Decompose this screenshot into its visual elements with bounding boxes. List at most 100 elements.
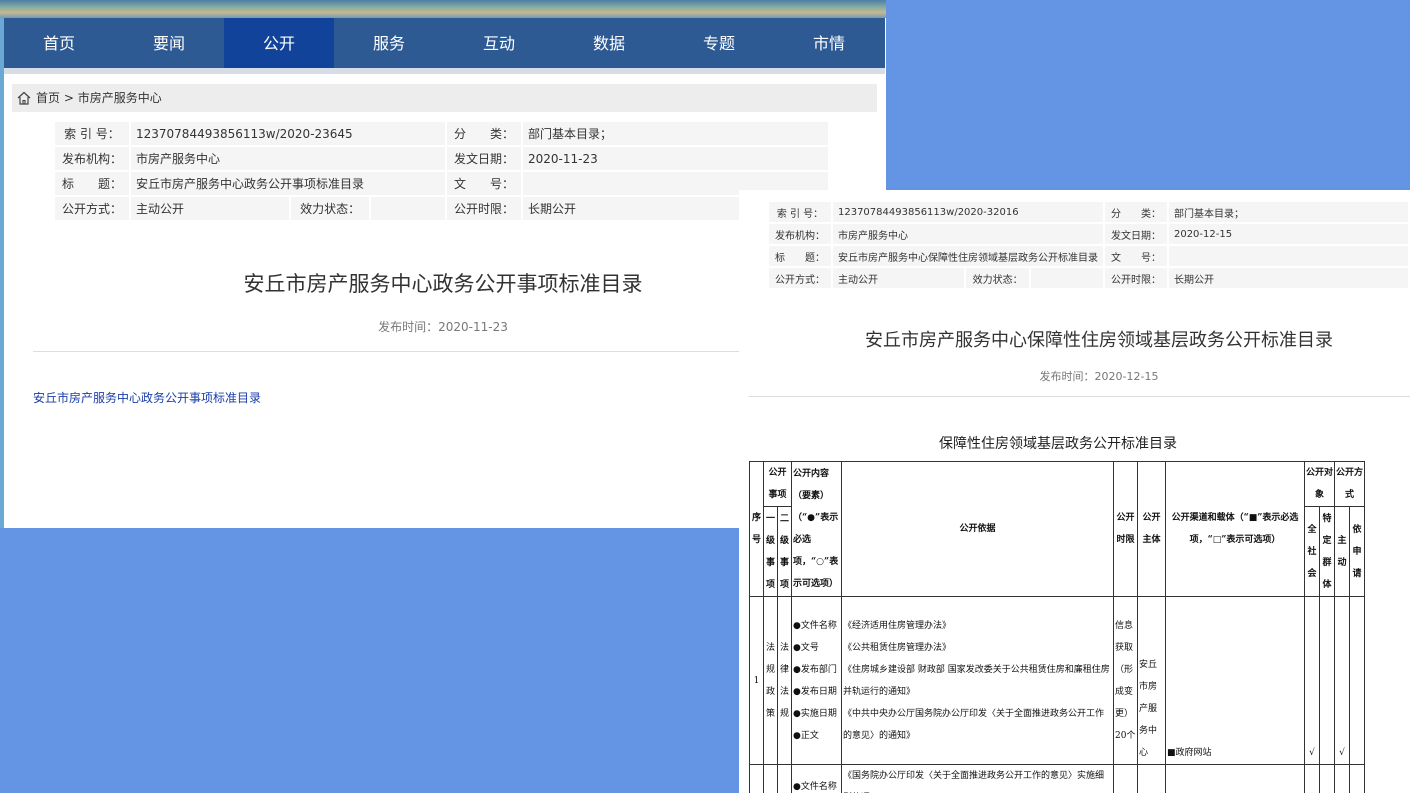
nav-item-service[interactable]: 服务 (334, 18, 444, 68)
nav-item-topics[interactable]: 专题 (664, 18, 774, 68)
nav-item-home[interactable]: 首页 (4, 18, 114, 68)
header-matters: 公开事项 (763, 461, 792, 507)
category-label: 分 类： (447, 122, 521, 145)
org-value-2: 市房产服务中心 (832, 224, 1103, 244)
content-item: ●正文 (793, 730, 819, 741)
table-row: ●文件名称 《国务院办公厅印发〈关于全面推进政务公开工作的意见〉实施细则的通 (749, 764, 1365, 793)
divider-2 (749, 396, 1410, 397)
divider (33, 351, 853, 352)
index-value-2: 12370784493856113w/2020-32016 (832, 202, 1103, 222)
row-channel: ■政府网站 (1165, 596, 1305, 765)
nav-divider (4, 68, 885, 74)
status-value (371, 197, 445, 220)
date-label-2: 发文日期： (1104, 224, 1167, 244)
row2-basis: 《国务院办公厅印发〈关于全面推进政务公开工作的意见〉实施细则的通 (841, 764, 1114, 793)
row2-content: ●文件名称 (791, 764, 842, 793)
header-specific-group: 特定群体 (1319, 506, 1335, 597)
header-subject: 公开主体 (1137, 461, 1166, 597)
table-row: 1 法规政策 法律法规 ●文件名称 ●文号 ●发布部门 ●发布日期 ●实施日期 … (749, 596, 1365, 765)
basis-item: 《中共中央办公厅国务院办公厅印发〈关于全面推进政务公开工作的意见〉的通知》 (843, 708, 1105, 741)
docno-label-2: 文 号： (1104, 246, 1167, 266)
attachment-link[interactable]: 安丘市房产服务中心政务公开事项标准目录 (33, 389, 261, 406)
nav-item-city-info[interactable]: 市情 (774, 18, 884, 68)
breadcrumb-separator: > (63, 91, 74, 105)
docno-label: 文 号： (447, 172, 521, 195)
category-value-2: 部门基本目录； (1168, 202, 1408, 222)
content-item: ●实施日期 (793, 708, 837, 719)
category-value: 部门基本目录； (523, 122, 828, 145)
row-content: ●文件名称 ●文号 ●发布部门 ●发布日期 ●实施日期 ●正文 (791, 596, 842, 765)
period-label: 公开时限： (447, 197, 521, 220)
document-meta-table: 索 引 号： 12370784493856113w/2020-23645 分 类… (53, 120, 830, 222)
index-label-2: 索 引 号： (769, 202, 831, 222)
header-level2: 二级事项 (777, 506, 792, 597)
nav-item-interaction[interactable]: 互动 (444, 18, 554, 68)
title-label: 标 题： (55, 172, 129, 195)
header-banner-image (0, 0, 886, 18)
page-window-2: 索 引 号： 12370784493856113w/2020-32016 分 类… (739, 190, 1410, 793)
basis-item: 《公共租赁住房管理办法》 (843, 642, 952, 653)
header-channel: 公开渠道和载体（“■”表示必选项，“□”表示可选项） (1165, 461, 1305, 597)
nav-item-open[interactable]: 公开 (224, 18, 334, 68)
header-method: 公开方式 (1334, 461, 1365, 507)
row-active: √ (1334, 596, 1350, 765)
period-label-2: 公开时限： (1104, 268, 1167, 288)
index-value: 12370784493856113w/2020-23645 (131, 122, 445, 145)
org-label: 发布机构： (55, 147, 129, 170)
row-all-society: √ (1304, 596, 1320, 765)
content-item: ●发布日期 (793, 686, 837, 697)
org-value: 市房产服务中心 (131, 147, 445, 170)
breadcrumb-current[interactable]: 市房产服务中心 (78, 91, 162, 105)
status-label-2: 效力状态： (965, 268, 1030, 288)
article-title-2: 安丘市房产服务中心保障性住房领域基层政务公开标准目录 (865, 330, 1333, 351)
date-label: 发文日期： (447, 147, 521, 170)
basis-item: 《住房城乡建设部 财政部 国家发改委关于公共租赁住房和廉租住房并轨运行的通知》 (843, 664, 1110, 697)
content-item: ●文号 (793, 642, 819, 653)
breadcrumb: 首页 > 市房产服务中心 (12, 84, 877, 112)
row-specific-group (1319, 596, 1335, 765)
standard-table-title: 保障性住房领域基层政务公开标准目录 (939, 436, 1177, 452)
row-seq: 1 (749, 596, 764, 765)
header-seq: 序号 (749, 461, 764, 597)
row-subject: 安丘市房产服务中心 (1137, 596, 1166, 765)
breadcrumb-home-link[interactable]: 首页 (36, 91, 60, 105)
publish-time-2: 发布时间：2020-12-15 (1039, 370, 1159, 383)
document-meta-table-2: 索 引 号： 12370784493856113w/2020-32016 分 类… (767, 200, 1410, 290)
main-nav: 首页 要闻 公开 服务 互动 数据 专题 市情 (4, 18, 885, 68)
status-value-2 (1031, 268, 1103, 288)
period-value-2: 长期公开 (1168, 268, 1408, 288)
header-all-society: 全社会 (1304, 506, 1320, 597)
header-active: 主动 (1334, 506, 1350, 597)
header-content: 公开内容（要素）（“●”表示必选项，“○”表示可选项） (791, 461, 842, 597)
method-label-2: 公开方式： (769, 268, 831, 288)
basis-item: 《经济适用住房管理办法》 (843, 620, 952, 631)
title-value-2: 安丘市房产服务中心保障性住房领域基层政务公开标准目录 (832, 246, 1103, 266)
header-time: 公开时限 (1113, 461, 1138, 597)
content-item: ●发布部门 (793, 664, 837, 675)
row-apply (1349, 596, 1365, 765)
status-label: 效力状态： (291, 197, 370, 220)
method-value: 主动公开 (131, 197, 290, 220)
docno-value-2 (1168, 246, 1408, 266)
row-basis: 《经济适用住房管理办法》 《公共租赁住房管理办法》 《住房城乡建设部 财政部 国… (841, 596, 1114, 765)
nav-item-data[interactable]: 数据 (554, 18, 664, 68)
org-label-2: 发布机构： (769, 224, 831, 244)
date-value-2: 2020-12-15 (1168, 224, 1408, 244)
method-value-2: 主动公开 (832, 268, 964, 288)
category-label-2: 分 类： (1104, 202, 1167, 222)
nav-item-news[interactable]: 要闻 (114, 18, 224, 68)
method-label: 公开方式： (55, 197, 129, 220)
title-label-2: 标 题： (769, 246, 831, 266)
date-value: 2020-11-23 (523, 147, 828, 170)
index-label: 索 引 号： (55, 122, 129, 145)
header-level1: 一级事项 (763, 506, 778, 597)
header-basis: 公开依据 (841, 461, 1114, 597)
row-level2: 法律法规 (777, 596, 792, 765)
header-apply: 依申请 (1349, 506, 1365, 597)
home-icon[interactable] (17, 91, 31, 105)
header-target: 公开对象 (1304, 461, 1335, 507)
row-level1: 法规政策 (763, 596, 778, 765)
standard-catalog-table: 序号 公开事项 公开内容（要素）（“●”表示必选项，“○”表示可选项） 公开依据… (749, 461, 1365, 793)
row-time: 信息获取（形成变更）20个 (1113, 596, 1138, 765)
content-item: ●文件名称 (793, 620, 837, 631)
